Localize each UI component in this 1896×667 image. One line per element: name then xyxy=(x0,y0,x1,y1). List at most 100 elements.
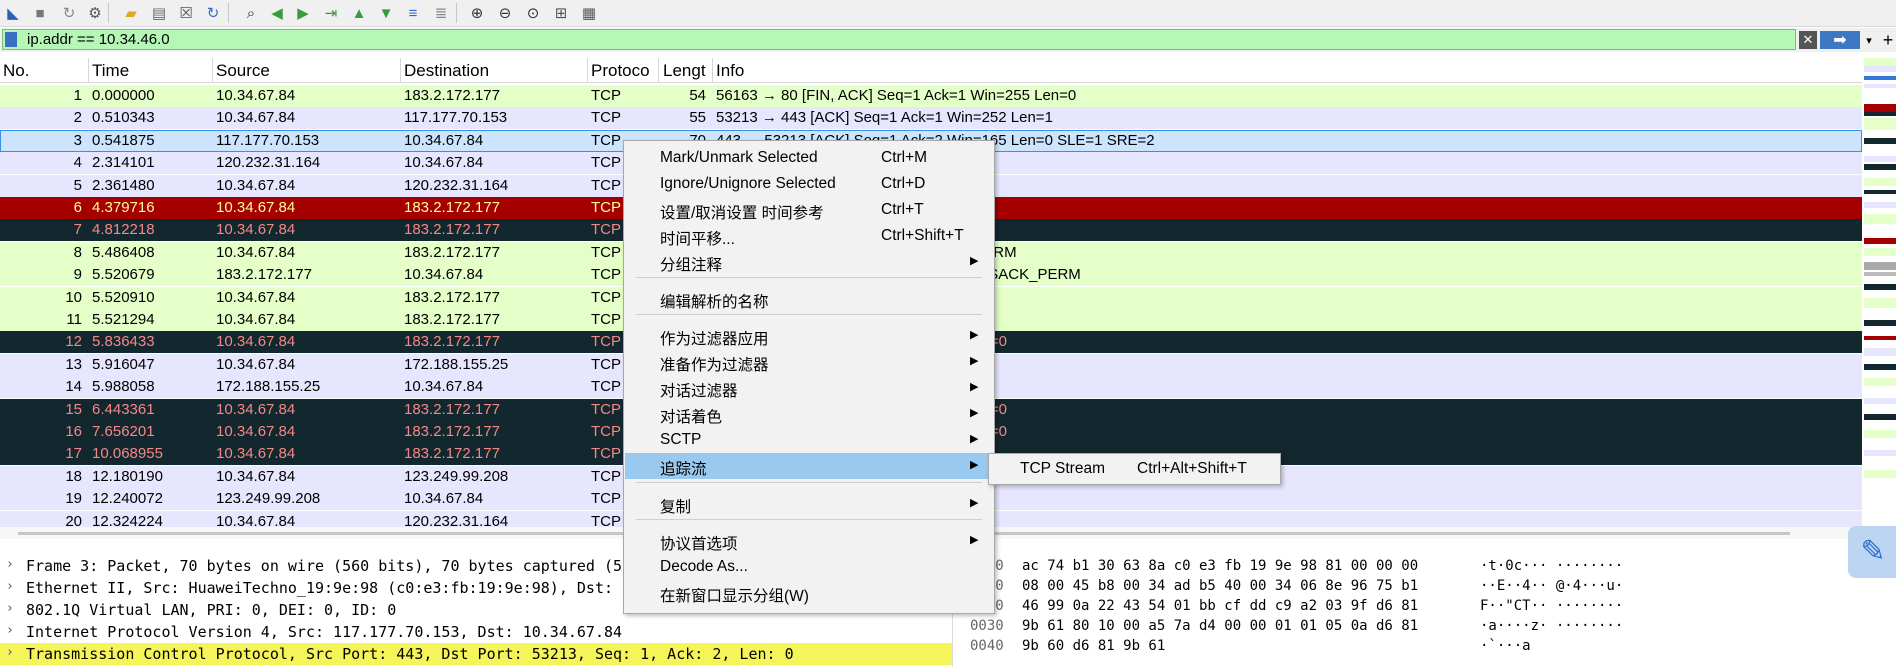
restart-icon[interactable]: ↻ xyxy=(58,2,80,24)
packet-protocol: TCP xyxy=(591,467,621,485)
minimap-stripe xyxy=(1864,104,1896,112)
go-forward-icon[interactable]: ▶ xyxy=(292,2,314,24)
go-back-icon[interactable]: ◀ xyxy=(266,2,288,24)
packet-number: 10 xyxy=(65,288,82,306)
packet-source: 10.34.67.84 xyxy=(216,445,296,463)
hex-bytes[interactable]: 9b 60 d6 81 9b 61 xyxy=(1022,638,1165,654)
column-length[interactable]: Lengt xyxy=(663,61,706,81)
column-protocol[interactable]: Protoco xyxy=(591,61,650,81)
display-filter-input[interactable]: ip.addr == 10.34.46.0 xyxy=(2,29,1796,50)
detail-tree-item[interactable]: › Internet Protocol Version 4, Src: 117.1… xyxy=(0,621,952,643)
packet-row[interactable]: 1 0.000000 10.34.67.84 183.2.172.177 TCP 54 56… xyxy=(0,85,1862,107)
resize-columns-icon[interactable]: ⊞ xyxy=(550,2,572,24)
menu-item-show-in-new-window[interactable]: 在新窗口显示分组(W) xyxy=(625,580,992,606)
hex-bytes[interactable]: 46 99 0a 22 43 54 01 bb cf dd c9 a2 03 9… xyxy=(1022,598,1418,614)
zoom-reset-icon[interactable]: ⊙ xyxy=(522,2,544,24)
hex-bytes[interactable]: 08 00 45 b8 00 34 ad b5 40 00 34 06 8e 9… xyxy=(1022,578,1418,594)
submenu-arrow-icon: ▶ xyxy=(970,255,979,267)
column-no[interactable]: No. xyxy=(3,61,29,81)
filter-bookmark-icon[interactable] xyxy=(5,32,17,47)
column-time[interactable]: Time xyxy=(92,61,129,81)
expand-arrow-icon[interactable]: › xyxy=(6,623,14,638)
packet-time: 4.812218 xyxy=(92,221,155,239)
menu-item-copy[interactable]: 复制 ▶ xyxy=(625,491,992,517)
zoom-out-icon[interactable]: ⊖ xyxy=(494,2,516,24)
hex-bytes[interactable]: ac 74 b1 30 63 8a c0 e3 fb 19 9e 98 81 0… xyxy=(1022,558,1418,574)
hex-ascii[interactable]: ·a····z· ········ xyxy=(1480,618,1623,634)
menu-item-sctp[interactable]: SCTP ▶ xyxy=(625,427,992,453)
packet-time: 5.988058 xyxy=(92,378,155,396)
menu-item-ignore-unignore[interactable]: Ignore/Unignore Selected Ctrl+D xyxy=(625,171,992,197)
layout-icon[interactable]: ▦ xyxy=(578,2,600,24)
menu-item-time-shift[interactable]: 时间平移... Ctrl+Shift+T xyxy=(625,223,992,249)
stop-icon[interactable]: ■ xyxy=(29,2,51,24)
menu-item-label: 对话着色 xyxy=(660,409,723,426)
menu-item-mark-unmark[interactable]: Mark/Unmark Selected Ctrl+M xyxy=(625,145,992,171)
menu-item-apply-as-filter[interactable]: 作为过滤器应用 ▶ xyxy=(625,323,992,349)
hex-ascii[interactable]: F··"CT·· ········ xyxy=(1480,598,1623,614)
packet-number: 4 xyxy=(73,154,82,172)
packet-source: 10.34.67.84 xyxy=(216,311,296,328)
menu-item-decode-as[interactable]: Decode As... xyxy=(625,554,992,580)
expand-arrow-icon[interactable]: › xyxy=(6,645,14,660)
packet-context-menu: Mark/Unmark Selected Ctrl+M Ignore/Unignor… xyxy=(623,140,995,614)
detail-tree-item[interactable]: › Transmission Control Protocol, Src Port… xyxy=(0,643,952,665)
menu-item-time-reference[interactable]: 设置/取消设置 时间参考 Ctrl+T xyxy=(625,197,992,223)
open-folder-icon[interactable]: ▰ xyxy=(120,2,142,24)
zoom-in-icon[interactable]: ⊕ xyxy=(466,2,488,24)
packet-source: 10.34.67.84 xyxy=(216,288,296,306)
reload-icon[interactable]: ↻ xyxy=(202,2,224,24)
filter-history-dropdown-icon[interactable]: ▾ xyxy=(1862,31,1876,49)
menu-item-label: 对话过滤器 xyxy=(660,383,738,400)
packet-protocol: TCP xyxy=(591,512,621,527)
find-icon[interactable]: ⌕ xyxy=(240,2,262,24)
packet-row[interactable]: 2 0.510343 10.34.67.84 117.177.70.153 TCP 55 5… xyxy=(0,107,1862,130)
floating-assistant-button[interactable]: ✎ xyxy=(1848,526,1896,578)
hex-bytes[interactable]: 9b 61 80 10 00 a5 7a d4 00 00 01 01 05 0… xyxy=(1022,618,1418,634)
menu-item-packet-comment[interactable]: 分组注释 ▶ xyxy=(625,249,992,275)
clear-filter-button[interactable]: ✕ xyxy=(1799,31,1817,49)
first-packet-icon[interactable]: ▲ xyxy=(348,2,370,24)
menu-item-label: 分组注释 xyxy=(660,257,723,274)
expand-arrow-icon[interactable]: › xyxy=(6,601,14,616)
menu-item-prepare-as-filter[interactable]: 准备作为过滤器 ▶ xyxy=(625,349,992,375)
go-to-packet-icon[interactable]: ⇥ xyxy=(320,2,342,24)
packet-number: 8 xyxy=(73,243,82,261)
menu-item-edit-resolved-name[interactable]: 编辑解析的名称 xyxy=(625,286,992,312)
menu-item-colorize-conversation[interactable]: 对话着色 ▶ xyxy=(625,401,992,427)
hex-ascii[interactable]: ·t·0c··· ········ xyxy=(1480,558,1623,574)
menu-item-conversation-filter[interactable]: 对话过滤器 ▶ xyxy=(625,375,992,401)
menu-item-label: Mark/Unmark Selected xyxy=(660,149,818,166)
submenu-arrow-icon: ▶ xyxy=(970,381,979,393)
column-info[interactable]: Info xyxy=(716,61,744,81)
display-filter-value[interactable]: ip.addr == 10.34.46.0 xyxy=(27,31,170,48)
packet-number: 1 xyxy=(73,87,82,104)
autoscroll-icon[interactable]: ≡ xyxy=(402,2,424,24)
add-filter-button[interactable]: + xyxy=(1880,30,1896,50)
menu-item-protocol-preferences[interactable]: 协议首选项 ▶ xyxy=(625,528,992,554)
toolbar-separator xyxy=(228,3,229,23)
packet-time: 5.916047 xyxy=(92,355,155,373)
menu-item-shortcut: Ctrl+M xyxy=(881,149,928,166)
detail-tree-label: Transmission Control Protocol, Src Port:… xyxy=(26,645,794,663)
save-file-icon[interactable]: ▤ xyxy=(148,2,170,24)
packet-destination: 10.34.67.84 xyxy=(404,131,484,149)
colorize-icon[interactable]: ≣ xyxy=(430,2,452,24)
minimap-stripe xyxy=(1864,112,1896,116)
hex-ascii[interactable]: ·`···a xyxy=(1480,638,1531,654)
packet-minimap[interactable] xyxy=(1864,58,1896,528)
hex-ascii[interactable]: ··E··4·· @·4···u· xyxy=(1480,578,1623,594)
column-source[interactable]: Source xyxy=(216,61,270,81)
packet-number: 16 xyxy=(65,423,82,440)
last-packet-icon[interactable]: ▼ xyxy=(375,2,397,24)
shark-fin-icon[interactable]: ◣ xyxy=(2,2,24,24)
apply-filter-button[interactable]: ➡ xyxy=(1820,31,1860,49)
options-gear-icon[interactable]: ⚙ xyxy=(84,2,106,24)
column-destination[interactable]: Destination xyxy=(404,61,489,81)
expand-arrow-icon[interactable]: › xyxy=(6,557,14,572)
close-file-icon[interactable]: ☒ xyxy=(175,2,197,24)
submenu-item-tcp-stream[interactable]: TCP Stream Ctrl+Alt+Shift+T xyxy=(989,454,1280,484)
expand-arrow-icon[interactable]: › xyxy=(6,579,14,594)
packet-time: 5.521294 xyxy=(92,311,155,328)
menu-item-follow-stream[interactable]: 追踪流 ▶ xyxy=(625,453,992,479)
